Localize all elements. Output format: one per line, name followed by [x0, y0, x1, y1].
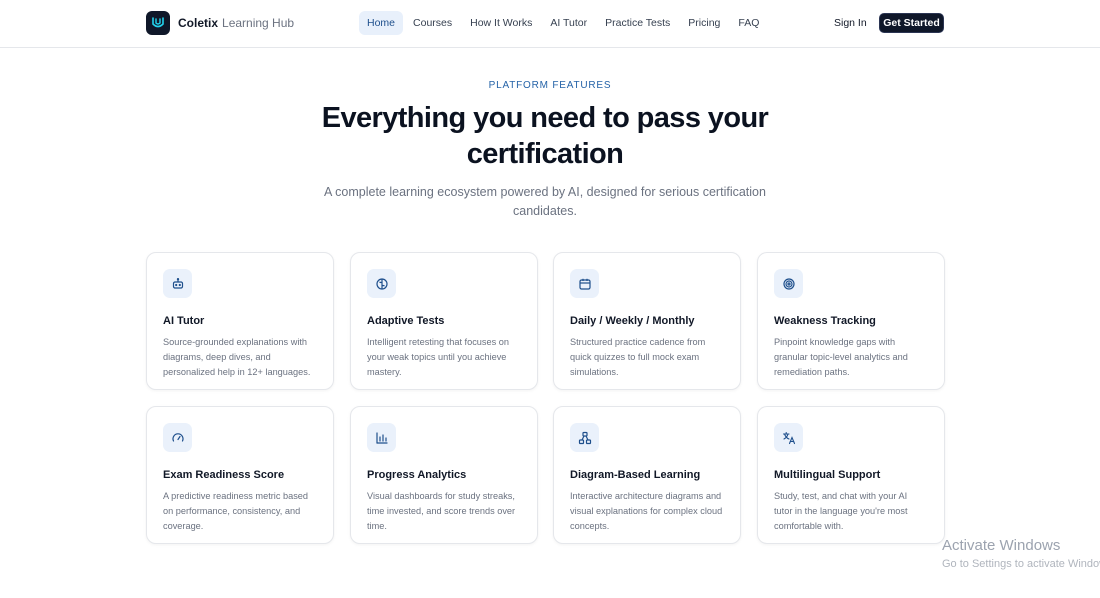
feature-description: Intelligent retesting that focuses on yo… — [367, 337, 509, 377]
nav-link-pricing[interactable]: Pricing — [680, 11, 728, 35]
feature-card-progress-analytics: Progress Analytics Visual dashboards for… — [350, 406, 538, 544]
calendar-icon — [570, 269, 599, 298]
nav-link-practice-tests[interactable]: Practice Tests — [597, 11, 678, 35]
feature-title: Diagram-Based Learning — [570, 469, 701, 481]
translate-icon — [774, 423, 803, 452]
nav-link-home[interactable]: Home — [359, 11, 404, 35]
feature-description: Structured practice cadence from quick q… — [570, 337, 706, 377]
nav-link-faq[interactable]: FAQ — [730, 11, 767, 35]
bot-icon — [163, 269, 192, 298]
feature-title: Adaptive Tests — [367, 315, 445, 327]
nav-link-ai-tutor[interactable]: AI Tutor — [542, 11, 595, 35]
feature-card-exam-readiness: Exam Readiness Score A predictive readin… — [146, 406, 334, 544]
feature-card-adaptive-tests: Adaptive Tests Intelligent retesting tha… — [350, 252, 538, 390]
feature-title: AI Tutor — [163, 315, 205, 327]
bar-chart-icon — [367, 423, 396, 452]
feature-title: Progress Analytics — [367, 469, 467, 481]
feature-card-practice-cadence: Daily / Weekly / Monthly Structured prac… — [553, 252, 741, 390]
network-icon — [570, 423, 599, 452]
feature-card-weakness-tracking: Weakness Tracking Pinpoint knowledge gap… — [757, 252, 945, 390]
brand-name: Coletix — [178, 16, 219, 30]
feature-card-multilingual: Multilingual Support Study, test, and ch… — [757, 406, 945, 544]
get-started-button[interactable]: Get Started — [879, 13, 944, 33]
nav-link-how-it-works[interactable]: How It Works — [462, 11, 540, 35]
target-icon — [774, 269, 803, 298]
feature-title: Weakness Tracking — [774, 315, 876, 327]
sign-in-link[interactable]: Sign In — [834, 17, 867, 29]
activate-windows-subtitle: Go to Settings to activate Windows. — [942, 558, 1100, 570]
feature-card-diagram-learning: Diagram-Based Learning Interactive archi… — [553, 406, 741, 544]
brand-subtitle: Learning Hub — [222, 16, 295, 30]
feature-description: Pinpoint knowledge gaps with granular to… — [774, 337, 908, 377]
feature-title: Daily / Weekly / Monthly — [570, 315, 695, 327]
feature-description: Source-grounded explanations with diagra… — [163, 337, 311, 377]
nav-link-courses[interactable]: Courses — [405, 11, 460, 35]
top-nav: Coletix Learning Hub Home Courses How It… — [0, 0, 1100, 48]
feature-description: Visual dashboards for study streaks, tim… — [367, 491, 516, 531]
brand-logo-icon — [146, 11, 170, 35]
feature-description: Study, test, and chat with your AI tutor… — [774, 491, 908, 531]
feature-description: Interactive architecture diagrams and vi… — [570, 491, 723, 531]
section-eyebrow: PLATFORM FEATURES — [488, 80, 612, 91]
feature-title: Multilingual Support — [774, 469, 881, 481]
gauge-icon — [163, 423, 192, 452]
section-headline: Everything you need to pass your certifi… — [321, 102, 769, 170]
nav-links: Home Courses How It Works AI Tutor Pract… — [359, 11, 769, 35]
feature-title: Exam Readiness Score — [163, 469, 285, 481]
brand[interactable]: Coletix Learning Hub — [146, 11, 294, 35]
activate-windows-title: Activate Windows — [942, 537, 1061, 554]
feature-card-ai-tutor: AI Tutor Source-grounded explanations wi… — [146, 252, 334, 390]
feature-description: A predictive readiness metric based on p… — [163, 491, 309, 531]
brain-icon — [367, 269, 396, 298]
section-subhead: A complete learning ecosystem powered by… — [324, 185, 766, 218]
